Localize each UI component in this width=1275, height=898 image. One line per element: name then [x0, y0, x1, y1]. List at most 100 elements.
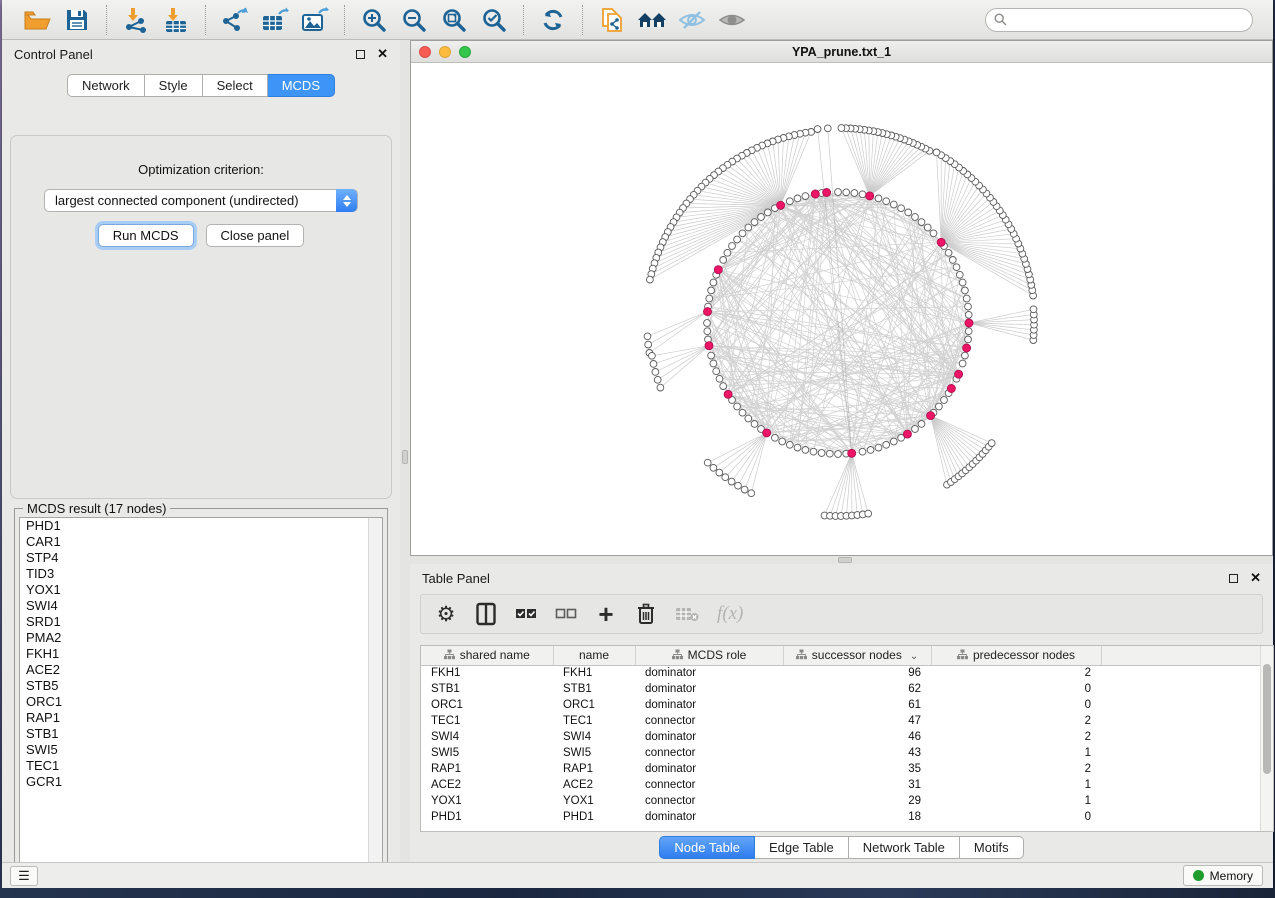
delete-row-icon[interactable]	[635, 601, 657, 627]
table-cell[interactable]: connector	[635, 777, 783, 793]
column-header-empty[interactable]	[1101, 646, 1261, 665]
tab-style[interactable]: Style	[145, 74, 203, 97]
table-cell[interactable]: ORC1	[553, 697, 635, 713]
table-cell[interactable]: dominator	[635, 665, 783, 681]
table-cell[interactable]: dominator	[635, 729, 783, 745]
mcds-result-node[interactable]: FKH1	[20, 646, 382, 662]
tab-network-table[interactable]: Network Table	[849, 836, 960, 859]
export-image-icon[interactable]	[298, 4, 332, 36]
table-cell[interactable]: 46	[783, 729, 931, 745]
run-mcds-button[interactable]: Run MCDS	[98, 224, 194, 247]
tab-select[interactable]: Select	[203, 74, 268, 97]
close-panel-icon[interactable]: ✕	[377, 46, 388, 62]
splitter-handle[interactable]	[838, 557, 852, 563]
table-cell[interactable]: 2	[931, 761, 1101, 777]
mcds-result-node[interactable]: RAP1	[20, 710, 382, 726]
zoom-selected-icon[interactable]	[477, 4, 511, 36]
table-cell[interactable]: STB1	[421, 681, 553, 697]
table-cell[interactable]: connector	[635, 793, 783, 809]
show-all-icon[interactable]	[715, 4, 749, 36]
first-neighbors-icon[interactable]	[635, 4, 669, 36]
table-cell[interactable]: RAP1	[421, 761, 553, 777]
result-scrollbar[interactable]	[368, 518, 382, 872]
table-cell[interactable]: FKH1	[553, 665, 635, 681]
tab-motifs[interactable]: Motifs	[960, 836, 1024, 859]
table-cell[interactable]: 96	[783, 665, 931, 681]
mcds-result-node[interactable]: YOX1	[20, 582, 382, 598]
table-cell[interactable]: dominator	[635, 761, 783, 777]
memory-button[interactable]: Memory	[1183, 865, 1263, 886]
export-table-icon[interactable]	[258, 4, 292, 36]
mcds-result-node[interactable]: SWI4	[20, 598, 382, 614]
table-cell[interactable]: dominator	[635, 697, 783, 713]
table-cell[interactable]: ACE2	[553, 777, 635, 793]
table-cell[interactable]: 0	[931, 681, 1101, 697]
table-cell[interactable]: 29	[783, 793, 931, 809]
zoom-out-icon[interactable]	[397, 4, 431, 36]
table-cell[interactable]: 0	[931, 809, 1101, 825]
mcds-result-list[interactable]: PHD1CAR1STP4TID3YOX1SWI4SRD1PMA2FKH1ACE2…	[19, 517, 383, 873]
zoom-in-icon[interactable]	[357, 4, 391, 36]
mcds-result-node[interactable]: ORC1	[20, 694, 382, 710]
import-network-icon[interactable]	[119, 4, 153, 36]
table-cell[interactable]: TEC1	[421, 713, 553, 729]
tab-edge-table[interactable]: Edge Table	[755, 836, 849, 859]
open-file-icon[interactable]	[20, 4, 54, 36]
mcds-result-node[interactable]: TID3	[20, 566, 382, 582]
table-cell[interactable]: TEC1	[553, 713, 635, 729]
horizontal-splitter[interactable]	[410, 556, 1273, 564]
mcds-result-node[interactable]: PMA2	[20, 630, 382, 646]
table-cell[interactable]: YOX1	[553, 793, 635, 809]
table-row[interactable]: SWI5SWI5connector431	[421, 745, 1261, 761]
table-cell[interactable]: dominator	[635, 809, 783, 825]
search-input[interactable]	[1013, 13, 1244, 27]
splitter-handle[interactable]	[402, 450, 408, 464]
mcds-result-node[interactable]: SRD1	[20, 614, 382, 630]
table-row[interactable]: ORC1ORC1dominator610	[421, 697, 1261, 713]
table-row[interactable]: RAP1RAP1dominator352	[421, 761, 1261, 777]
table-row[interactable]: SWI4SWI4dominator462	[421, 729, 1261, 745]
table-cell[interactable]: 43	[783, 745, 931, 761]
table-cell[interactable]: 0	[931, 697, 1101, 713]
table-cell[interactable]: connector	[635, 713, 783, 729]
mcds-result-node[interactable]: CAR1	[20, 534, 382, 550]
tab-network[interactable]: Network	[67, 74, 145, 97]
column-header-name[interactable]: name	[553, 646, 635, 665]
deselect-all-icon[interactable]	[555, 601, 577, 627]
table-cell[interactable]: ORC1	[421, 697, 553, 713]
table-cell[interactable]: 47	[783, 713, 931, 729]
table-row[interactable]: FKH1FKH1dominator962	[421, 665, 1261, 681]
table-row[interactable]: YOX1YOX1connector291	[421, 793, 1261, 809]
tab-node-table[interactable]: Node Table	[659, 836, 755, 859]
table-cell[interactable]: connector	[635, 745, 783, 761]
table-cell[interactable]: FKH1	[421, 665, 553, 681]
mcds-result-node[interactable]: STB1	[20, 726, 382, 742]
mcds-result-node[interactable]: STB5	[20, 678, 382, 694]
table-cell[interactable]: 2	[931, 729, 1101, 745]
column-header-MCDS-role[interactable]: MCDS role	[635, 646, 783, 665]
table-cell[interactable]: PHD1	[421, 809, 553, 825]
table-cell[interactable]: 18	[783, 809, 931, 825]
column-header-successor-nodes[interactable]: successor nodes⌄	[783, 646, 931, 665]
mcds-result-node[interactable]: PHD1	[20, 518, 382, 534]
table-cell[interactable]: PHD1	[553, 809, 635, 825]
mcds-result-node[interactable]: TEC1	[20, 758, 382, 774]
table-cell[interactable]: RAP1	[553, 761, 635, 777]
tab-mcds[interactable]: MCDS	[268, 74, 335, 97]
export-network-icon[interactable]	[218, 4, 252, 36]
column-header-shared-name[interactable]: shared name	[421, 646, 553, 665]
float-panel-icon[interactable]	[1229, 574, 1238, 583]
network-titlebar[interactable]: YPA_prune.txt_1	[411, 41, 1272, 63]
table-cell[interactable]: 1	[931, 745, 1101, 761]
close-panel-icon[interactable]: ✕	[1250, 570, 1261, 586]
float-panel-icon[interactable]	[356, 50, 365, 59]
table-cell[interactable]: 2	[931, 713, 1101, 729]
table-cell[interactable]: 31	[783, 777, 931, 793]
add-row-icon[interactable]: +	[595, 601, 617, 627]
table-cell[interactable]: 1	[931, 777, 1101, 793]
table-row[interactable]: STB1STB1dominator620	[421, 681, 1261, 697]
table-cell[interactable]: SWI5	[421, 745, 553, 761]
scrollbar-thumb[interactable]	[1263, 664, 1271, 774]
task-history-button[interactable]: ☰	[10, 866, 38, 886]
table-cell[interactable]: SWI4	[553, 729, 635, 745]
